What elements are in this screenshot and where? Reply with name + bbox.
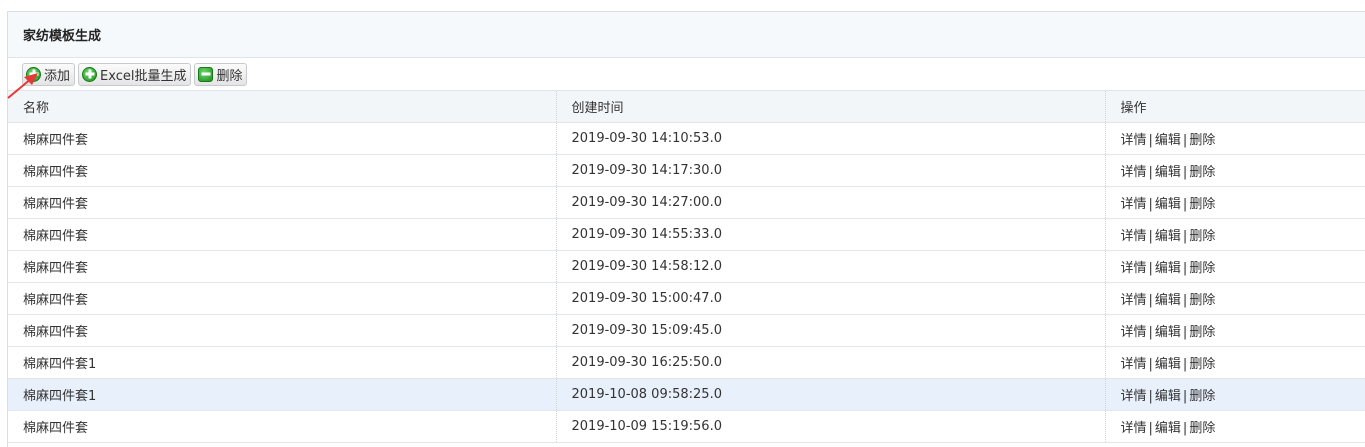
edit-link[interactable]: 编辑 bbox=[1155, 261, 1181, 276]
edit-link[interactable]: 编辑 bbox=[1155, 229, 1181, 244]
cell-name: 棉麻四件套1 bbox=[8, 378, 557, 411]
toolbar: 添加 Excel批量生成 删除 bbox=[8, 58, 1365, 91]
table-row[interactable]: 棉麻四件套1 2019-09-30 16:25:50.0 详情 | 编辑 | 删除 bbox=[8, 346, 1365, 379]
action-separator: | bbox=[1148, 261, 1153, 276]
cell-name: 棉麻四件套 bbox=[8, 250, 557, 283]
cell-name: 棉麻四件套1 bbox=[8, 346, 557, 379]
table-row[interactable]: 棉麻四件套 2019-09-30 14:27:00.0 详情 | 编辑 | 删除 bbox=[8, 186, 1365, 219]
delete-link[interactable]: 删除 bbox=[1189, 389, 1215, 404]
action-separator: | bbox=[1148, 293, 1153, 308]
delete-button-label: 删除 bbox=[216, 68, 243, 84]
cell-actions: 详情 | 编辑 | 删除 bbox=[1105, 250, 1365, 283]
action-separator: | bbox=[1148, 197, 1153, 212]
detail-link[interactable]: 详情 bbox=[1121, 229, 1147, 244]
action-separator: | bbox=[1148, 421, 1153, 436]
action-separator: | bbox=[1148, 357, 1153, 372]
detail-link[interactable]: 详情 bbox=[1121, 261, 1147, 276]
delete-link[interactable]: 删除 bbox=[1189, 133, 1215, 148]
cell-created-time: 2019-09-30 15:09:45.0 bbox=[556, 314, 1106, 347]
table-row[interactable]: 棉麻四件套 2019-09-30 14:55:33.0 详情 | 编辑 | 删除 bbox=[8, 218, 1365, 251]
template-table: 名称 创建时间 操作 棉麻四件套 2019-09-30 14:10:53.0 详情 |… bbox=[8, 91, 1365, 443]
cell-name: 棉麻四件套 bbox=[8, 314, 557, 347]
delete-link[interactable]: 删除 bbox=[1189, 165, 1215, 180]
action-separator: | bbox=[1148, 325, 1153, 340]
delete-link[interactable]: 删除 bbox=[1189, 229, 1215, 244]
cell-actions: 详情 | 编辑 | 删除 bbox=[1105, 186, 1365, 219]
cell-name: 棉麻四件套 bbox=[8, 410, 557, 443]
cell-actions: 详情 | 编辑 | 删除 bbox=[1105, 218, 1365, 251]
delete-link[interactable]: 删除 bbox=[1189, 421, 1215, 436]
cell-name: 棉麻四件套 bbox=[8, 154, 557, 187]
cell-actions: 详情 | 编辑 | 删除 bbox=[1105, 314, 1365, 347]
action-separator: | bbox=[1148, 229, 1153, 244]
cell-name: 棉麻四件套 bbox=[8, 282, 557, 315]
delete-link[interactable]: 删除 bbox=[1189, 357, 1215, 372]
delete-link[interactable]: 删除 bbox=[1189, 197, 1215, 212]
cell-actions: 详情 | 编辑 | 删除 bbox=[1105, 154, 1365, 187]
template-panel: 家纺模板生成 添加 Excel批量生成 删除 名称 创建时间 操作 棉麻四件套 2… bbox=[7, 11, 1365, 447]
detail-link[interactable]: 详情 bbox=[1121, 133, 1147, 148]
red-arrow-icon bbox=[7, 73, 38, 99]
action-separator: | bbox=[1148, 389, 1153, 404]
detail-link[interactable]: 详情 bbox=[1121, 389, 1147, 404]
excel-batch-button-label: Excel批量生成 bbox=[100, 68, 187, 84]
edit-link[interactable]: 编辑 bbox=[1155, 197, 1181, 212]
panel-title: 家纺模板生成 bbox=[8, 12, 1365, 58]
cell-created-time: 2019-10-09 15:19:56.0 bbox=[556, 410, 1106, 443]
cell-created-time: 2019-09-30 14:58:12.0 bbox=[556, 250, 1106, 283]
excel-batch-button[interactable]: Excel批量生成 bbox=[78, 62, 192, 86]
detail-link[interactable]: 详情 bbox=[1121, 357, 1147, 372]
delete-button[interactable]: 删除 bbox=[194, 62, 248, 86]
detail-link[interactable]: 详情 bbox=[1121, 293, 1147, 308]
edit-link[interactable]: 编辑 bbox=[1155, 133, 1181, 148]
delete-link[interactable]: 删除 bbox=[1189, 293, 1215, 308]
table-row[interactable]: 棉麻四件套 2019-09-30 14:17:30.0 详情 | 编辑 | 删除 bbox=[8, 154, 1365, 187]
cell-created-time: 2019-09-30 14:10:53.0 bbox=[556, 122, 1106, 155]
cell-created-time: 2019-09-30 15:00:47.0 bbox=[556, 282, 1106, 315]
cell-created-time: 2019-09-30 14:17:30.0 bbox=[556, 154, 1106, 187]
cell-actions: 详情 | 编辑 | 删除 bbox=[1105, 282, 1365, 315]
cell-name: 棉麻四件套 bbox=[8, 186, 557, 219]
table-row[interactable]: 棉麻四件套 2019-09-30 15:00:47.0 详情 | 编辑 | 删除 bbox=[8, 282, 1365, 315]
cell-created-time: 2019-10-08 09:58:25.0 bbox=[556, 378, 1106, 411]
edit-link[interactable]: 编辑 bbox=[1155, 325, 1181, 340]
detail-link[interactable]: 详情 bbox=[1121, 197, 1147, 212]
cell-created-time: 2019-09-30 14:55:33.0 bbox=[556, 218, 1106, 251]
action-separator: | bbox=[1148, 165, 1153, 180]
cell-name: 棉麻四件套 bbox=[8, 218, 557, 251]
cell-actions: 详情 | 编辑 | 删除 bbox=[1105, 122, 1365, 155]
action-separator: | bbox=[1148, 133, 1153, 148]
edit-link[interactable]: 编辑 bbox=[1155, 389, 1181, 404]
cell-created-time: 2019-09-30 14:27:00.0 bbox=[556, 186, 1106, 219]
table-row[interactable]: 棉麻四件套 2019-09-30 14:58:12.0 详情 | 编辑 | 删除 bbox=[8, 250, 1365, 283]
table-row[interactable]: 棉麻四件套1 2019-10-08 09:58:25.0 详情 | 编辑 | 删除 bbox=[8, 378, 1365, 411]
cell-name: 棉麻四件套 bbox=[8, 122, 557, 155]
edit-link[interactable]: 编辑 bbox=[1155, 293, 1181, 308]
cell-actions: 详情 | 编辑 | 删除 bbox=[1105, 378, 1365, 411]
detail-link[interactable]: 详情 bbox=[1121, 421, 1147, 436]
plus-circle-icon bbox=[82, 66, 98, 82]
cell-actions: 详情 | 编辑 | 删除 bbox=[1105, 410, 1365, 443]
table-row[interactable]: 棉麻四件套 2019-10-09 15:19:56.0 详情 | 编辑 | 删除 bbox=[8, 410, 1365, 443]
add-button-label: 添加 bbox=[44, 68, 71, 84]
column-header-created[interactable]: 创建时间 bbox=[556, 91, 1106, 123]
cell-actions: 详情 | 编辑 | 删除 bbox=[1105, 346, 1365, 379]
detail-link[interactable]: 详情 bbox=[1121, 325, 1147, 340]
cell-created-time: 2019-09-30 16:25:50.0 bbox=[556, 346, 1106, 379]
table-header-row: 名称 创建时间 操作 bbox=[8, 91, 1365, 123]
edit-link[interactable]: 编辑 bbox=[1155, 165, 1181, 180]
table-row[interactable]: 棉麻四件套 2019-09-30 15:09:45.0 详情 | 编辑 | 删除 bbox=[8, 314, 1365, 347]
detail-link[interactable]: 详情 bbox=[1121, 165, 1147, 180]
column-header-name[interactable]: 名称 bbox=[8, 91, 557, 123]
column-header-actions: 操作 bbox=[1105, 91, 1365, 123]
edit-link[interactable]: 编辑 bbox=[1155, 357, 1181, 372]
edit-link[interactable]: 编辑 bbox=[1155, 421, 1181, 436]
delete-link[interactable]: 删除 bbox=[1189, 325, 1215, 340]
minus-icon bbox=[198, 66, 214, 82]
table-row[interactable]: 棉麻四件套 2019-09-30 14:10:53.0 详情 | 编辑 | 删除 bbox=[8, 122, 1365, 155]
delete-link[interactable]: 删除 bbox=[1189, 261, 1215, 276]
